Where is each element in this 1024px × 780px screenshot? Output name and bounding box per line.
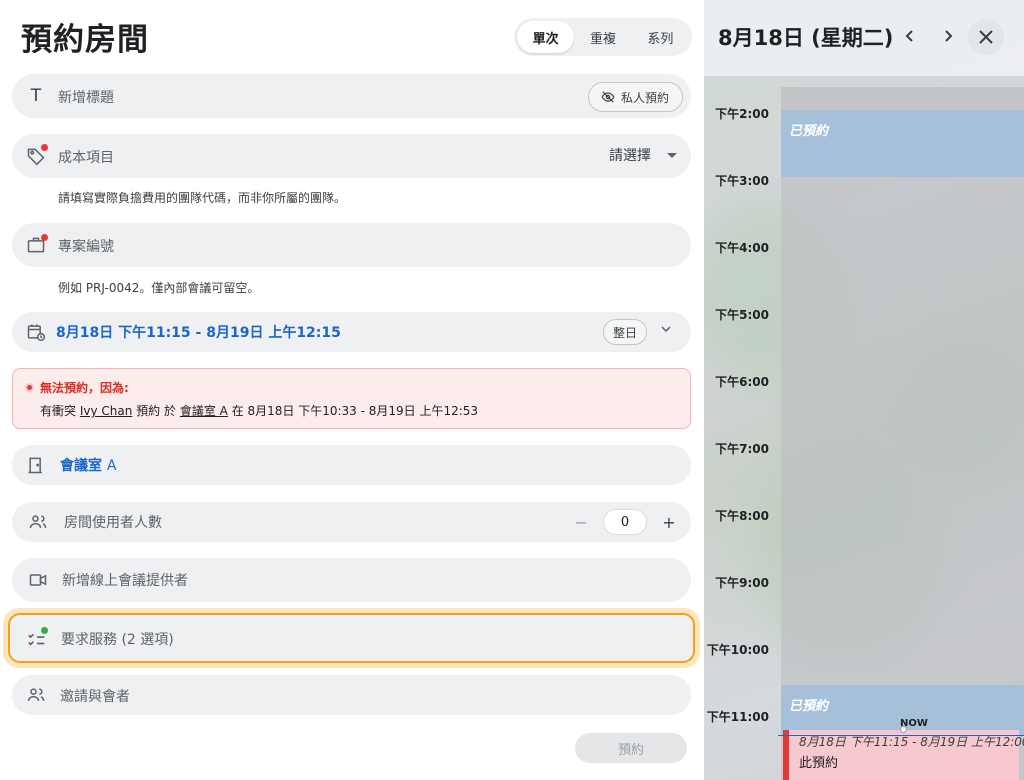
caret-down-icon	[667, 153, 677, 158]
attendee-stepper: − 0 +	[573, 509, 677, 535]
booked-label: 已預約	[789, 699, 829, 714]
project-number-hint: 例如 PRJ-0042。僅內部會議可留空。	[58, 281, 260, 295]
attendee-count-field: 房間使用者人數 − 0 +	[12, 502, 691, 542]
cost-item-label: 成本項目	[58, 150, 114, 166]
calendar-header: 8月18日 (星期二)	[704, 0, 1024, 76]
attendee-count-input[interactable]: 0	[603, 509, 647, 535]
error-title: 無法預約，因為:	[40, 381, 129, 395]
title-input[interactable]: 新增標題	[58, 87, 114, 107]
now-indicator-line	[778, 735, 1024, 736]
text-icon: T	[30, 86, 42, 106]
invite-attendees-field[interactable]: 邀請與會者	[12, 675, 691, 715]
increment-button[interactable]: +	[661, 513, 677, 532]
tab-recurring[interactable]: 重複	[574, 21, 631, 53]
cost-item-select[interactable]: 成本項目 請選擇	[12, 134, 691, 178]
tab-single[interactable]: 單次	[517, 21, 575, 53]
people-icon	[24, 683, 48, 707]
page-title: 預約房間	[21, 22, 149, 58]
now-indicator-dot	[900, 726, 907, 733]
error-dot-icon	[25, 383, 34, 392]
chevron-down-icon[interactable]	[661, 324, 671, 334]
booking-form-panel: 預約房間 單次 重複 系列 T 新增標題 私人預約 成本項目 請選擇 請填寫實際…	[0, 0, 704, 780]
eye-off-icon	[601, 91, 615, 103]
time-label: 下午10:00	[706, 643, 769, 657]
time-label: 下午6:00	[715, 375, 769, 389]
cost-item-hint: 請填寫實際負擔費用的團隊代碼，而非你所屬的團隊。	[58, 191, 347, 205]
time-label: 下午8:00	[715, 509, 769, 523]
all-day-toggle[interactable]: 整日	[602, 319, 647, 345]
room-field[interactable]: 會議室 A	[12, 445, 691, 485]
online-meeting-field[interactable]: 新增線上會議提供者	[12, 558, 691, 602]
time-label: 下午3:00	[715, 174, 769, 188]
room-name: 會議室 A	[60, 455, 116, 475]
cost-item-value: 請選擇	[609, 148, 651, 164]
book-button[interactable]: 預約	[575, 733, 687, 763]
error-mid1: 預約 於	[136, 404, 176, 418]
project-number-field[interactable]: 專案編號	[12, 223, 691, 267]
day-column-header-band	[781, 87, 1024, 110]
close-button[interactable]	[968, 19, 1004, 55]
recurrence-segmented-control: 單次 重複 系列	[514, 18, 692, 56]
time-label: 下午7:00	[715, 442, 769, 456]
tab-series[interactable]: 系列	[632, 21, 689, 53]
booking-app: 預約房間 單次 重複 系列 T 新增標題 私人預約 成本項目 請選擇 請填寫實際…	[0, 0, 1024, 780]
calendar-clock-icon	[24, 320, 48, 344]
error-mid2: 在 8月18日 下午10:33 - 8月19日 上午12:53	[231, 404, 479, 418]
booked-label: 已預約	[789, 124, 829, 139]
datetime-text: 8月18日 下午11:15 - 8月19日 上午12:15	[56, 325, 341, 341]
online-meeting-label: 新增線上會議提供者	[62, 573, 188, 589]
chevron-right-icon[interactable]	[938, 26, 958, 46]
room-suffix: A	[106, 458, 117, 474]
conflict-room-link[interactable]: 會議室 A	[180, 404, 228, 418]
services-field[interactable]: 要求服務 (2 選項)	[8, 613, 695, 663]
time-label: 下午11:00	[706, 710, 769, 724]
close-icon	[979, 30, 993, 44]
this-booking-label: 此預約	[799, 756, 839, 771]
error-prefix: 有衝突	[40, 404, 77, 418]
status-dot	[41, 627, 48, 634]
time-label: 下午2:00	[715, 107, 769, 121]
title-field[interactable]: T 新增標題 私人預約	[12, 74, 691, 118]
private-booking-button[interactable]: 私人預約	[587, 82, 683, 112]
room-name-text: 會議室	[60, 458, 102, 474]
time-label: 下午4:00	[715, 241, 769, 255]
error-detail: 有衝突 Ivy Chan 預約 於 會議室 A 在 8月18日 下午10:33 …	[40, 402, 478, 419]
conflict-error-banner: 無法預約，因為: 有衝突 Ivy Chan 預約 於 會議室 A 在 8月18日…	[12, 368, 691, 429]
calendar-date: 8月18日 (星期二)	[718, 26, 894, 50]
required-dot	[41, 144, 48, 151]
this-booking-block[interactable]: 8月18日 下午11:15 - 8月19日 上午12:00 此預約	[783, 730, 1024, 780]
attendee-count-label: 房間使用者人數	[64, 515, 162, 531]
invite-attendees-label: 邀請與會者	[60, 689, 130, 705]
day-calendar-panel: 已預約 已預約 下午2:00 下午3:00 下午4:00 下午5:00 下午6:…	[704, 0, 1024, 780]
datetime-field[interactable]: 8月18日 下午11:15 - 8月19日 上午12:15 整日	[12, 312, 691, 352]
services-label: 要求服務 (2 選項)	[61, 632, 174, 648]
time-label: 下午5:00	[715, 308, 769, 322]
chevron-left-icon[interactable]	[900, 26, 920, 46]
door-icon	[24, 453, 48, 477]
required-dot	[41, 234, 48, 241]
private-booking-label: 私人預約	[620, 90, 669, 105]
day-column[interactable]	[781, 87, 1024, 780]
video-icon	[26, 568, 50, 592]
conflict-person-link[interactable]: Ivy Chan	[80, 404, 133, 418]
project-number-input[interactable]: 專案編號	[58, 236, 114, 256]
time-axis: 下午2:00 下午3:00 下午4:00 下午5:00 下午6:00 下午7:0…	[704, 0, 781, 780]
time-label: 下午9:00	[715, 576, 769, 590]
people-icon	[26, 510, 50, 534]
booked-block-afternoon[interactable]: 已預約	[781, 110, 1024, 177]
decrement-button[interactable]: −	[573, 513, 589, 532]
